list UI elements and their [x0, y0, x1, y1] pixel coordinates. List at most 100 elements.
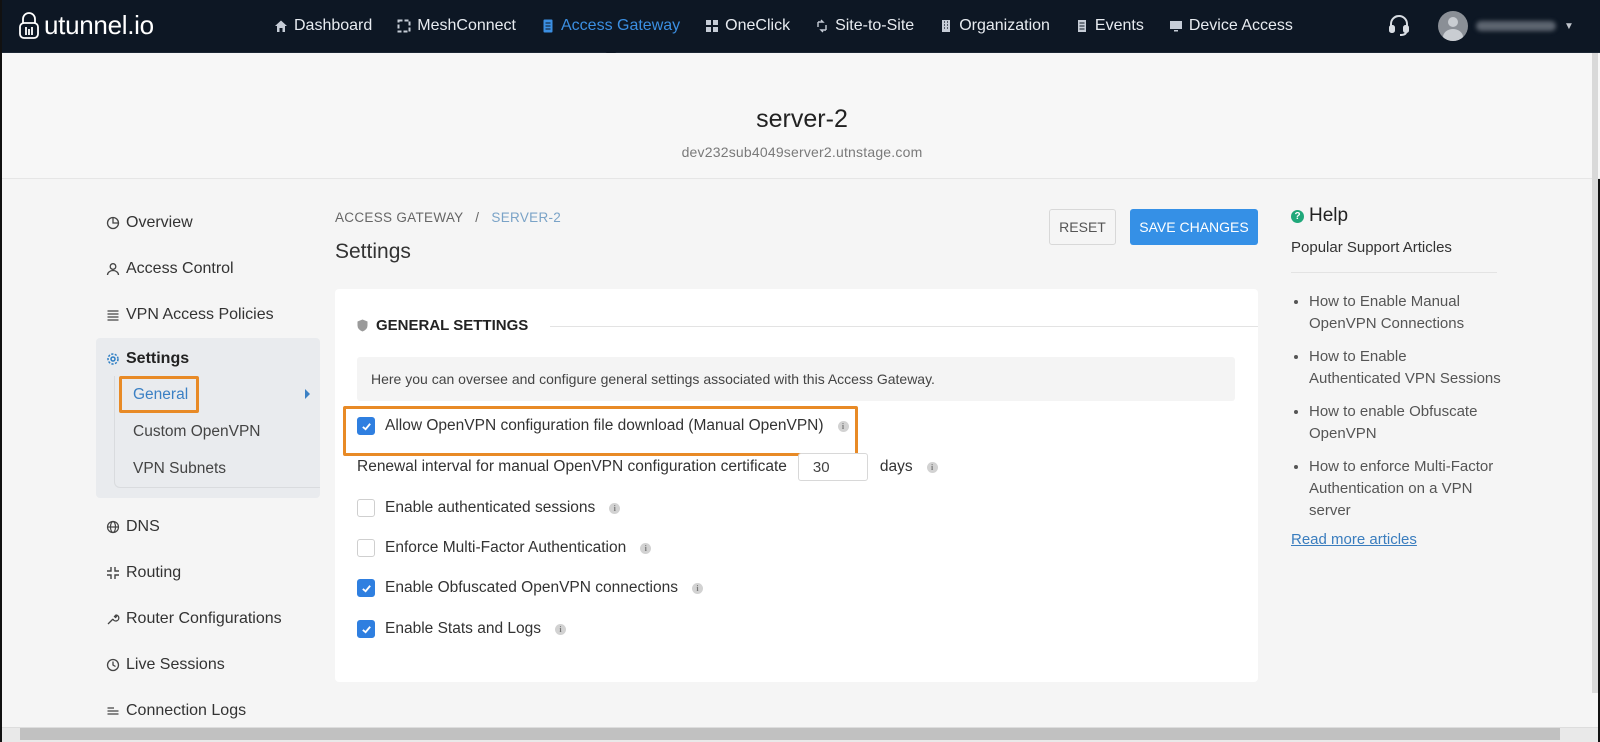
settings-group: Settings General Custom OpenVPN VPN Subn… — [96, 338, 320, 498]
sidebar-item-dns[interactable]: DNS — [96, 504, 320, 550]
authenticated-sessions-checkbox[interactable] — [357, 499, 375, 517]
section-title: GENERAL SETTINGS — [376, 317, 529, 334]
info-icon[interactable]: i — [609, 502, 621, 514]
sidebar-subitem-vpn-subnets[interactable]: VPN Subnets — [115, 450, 320, 487]
section-description: Here you can oversee and configure gener… — [357, 357, 1235, 401]
breadcrumb-current: SERVER-2 — [491, 210, 562, 225]
info-icon[interactable]: i — [926, 461, 938, 473]
horizontal-scrollbar-thumb[interactable] — [20, 728, 1560, 740]
server-hostname: dev232sub4049server2.utnstage.com — [681, 144, 923, 160]
main-nav: Dashboard MeshConnect Access Gateway One… — [274, 0, 1318, 52]
user-icon — [106, 263, 120, 276]
sidebar-subitem-label: Custom OpenVPN — [133, 422, 261, 440]
breadcrumb-separator: / — [475, 210, 480, 225]
routing-icon — [107, 567, 119, 579]
nav-label: Events — [1094, 17, 1144, 34]
nav-access-gateway[interactable]: Access Gateway — [541, 0, 680, 52]
sidebar-subitem-custom-openvpn[interactable]: Custom OpenVPN — [115, 413, 320, 450]
nav-meshconnect[interactable]: MeshConnect — [397, 0, 516, 52]
policies-icon — [107, 310, 119, 321]
sidebar-item-vpn-access-policies[interactable]: VPN Access Policies — [96, 292, 320, 338]
sidebar-item-overview[interactable]: Overview — [96, 200, 320, 246]
nav-label: Site-to-Site — [835, 17, 915, 34]
gateway-icon — [543, 19, 553, 33]
info-icon[interactable]: i — [554, 623, 566, 635]
sidebar-item-label: Router Configurations — [126, 610, 282, 627]
help-article-link[interactable]: How to enable Obfuscate OpenVPN — [1309, 401, 1501, 445]
option-row: Enable Stats and Logs i — [357, 620, 566, 638]
avatar — [1438, 11, 1468, 41]
section-header: GENERAL SETTINGS — [357, 317, 528, 334]
pie-chart-icon — [106, 216, 120, 230]
sidebar-item-label: VPN Access Policies — [126, 306, 274, 323]
sidebar-item-label: Overview — [126, 214, 193, 231]
general-settings-card: GENERAL SETTINGS Here you can oversee an… — [335, 289, 1258, 682]
nav-device-access[interactable]: Device Access — [1169, 0, 1293, 52]
horizontal-scrollbar[interactable] — [2, 727, 1598, 742]
stats-logs-checkbox[interactable] — [357, 620, 375, 638]
reset-button[interactable]: RESET — [1049, 209, 1116, 245]
info-icon[interactable]: i — [640, 542, 652, 554]
logo[interactable]: utunnel.io — [18, 10, 154, 41]
nav-site-to-site[interactable]: Site-to-Site — [815, 0, 914, 52]
sidebar: Overview Access Control VPN Access Polic… — [96, 200, 320, 734]
option-label: Enforce Multi-Factor Authentication — [385, 539, 627, 556]
help-article-link[interactable]: How to Enable Manual OpenVPN Connections — [1309, 291, 1501, 335]
nav-events[interactable]: Events — [1075, 0, 1144, 52]
caret-right-icon — [305, 389, 310, 399]
headset-icon[interactable] — [1388, 14, 1410, 38]
check-icon — [361, 584, 371, 593]
option-row: Enforce Multi-Factor Authentication i — [357, 539, 652, 557]
info-icon[interactable]: i — [837, 420, 849, 432]
obfuscated-openvpn-checkbox[interactable] — [357, 579, 375, 597]
gear-icon — [107, 353, 119, 365]
sidebar-item-router-configurations[interactable]: Router Configurations — [96, 596, 320, 642]
help-article-link[interactable]: How to Enable Authenticated VPN Sessions — [1309, 346, 1501, 390]
username-blurred — [1476, 21, 1556, 31]
nav-label: Dashboard — [294, 17, 373, 34]
info-icon[interactable]: i — [691, 582, 703, 594]
sidebar-item-settings[interactable]: Settings — [96, 342, 320, 376]
read-more-link[interactable]: Read more articles — [1291, 531, 1501, 548]
nav-label: OneClick — [725, 17, 791, 34]
nav-label: MeshConnect — [417, 17, 516, 34]
breadcrumb-parent[interactable]: ACCESS GATEWAY — [335, 210, 463, 225]
home-icon — [275, 20, 287, 32]
sidebar-item-label: Access Control — [126, 260, 234, 277]
vertical-scrollbar[interactable] — [1592, 53, 1598, 693]
sidebar-item-label: DNS — [126, 518, 160, 535]
breadcrumb: ACCESS GATEWAY / SERVER-2 — [335, 210, 561, 225]
mfa-checkbox[interactable] — [357, 539, 375, 557]
allow-download-checkbox[interactable] — [357, 417, 375, 435]
option-label: Enable Stats and Logs — [385, 620, 541, 637]
option-row: Enable authenticated sessions i — [357, 499, 621, 517]
help-subtitle: Popular Support Articles — [1291, 239, 1452, 256]
nav-dashboard[interactable]: Dashboard — [274, 0, 372, 52]
settings-submenu: General Custom OpenVPN VPN Subnets — [114, 376, 320, 488]
help-article-link[interactable]: How to enforce Multi-Factor Authenticati… — [1309, 456, 1501, 522]
sidebar-item-live-sessions[interactable]: Live Sessions — [96, 642, 320, 688]
sidebar-subitem-general[interactable]: General — [115, 376, 320, 413]
highlight-box — [119, 376, 199, 413]
sidebar-item-access-control[interactable]: Access Control — [96, 246, 320, 292]
nav-organization[interactable]: Organization — [939, 0, 1050, 52]
save-changes-button[interactable]: SAVE CHANGES — [1130, 209, 1258, 245]
check-icon — [361, 422, 371, 431]
renewal-unit-label: days — [879, 458, 913, 475]
top-navbar: utunnel.io Dashboard MeshConnect Access … — [2, 0, 1600, 53]
sidebar-item-routing[interactable]: Routing — [96, 550, 320, 596]
globe-icon — [106, 520, 120, 534]
user-menu[interactable]: ▼ — [1438, 11, 1574, 41]
renewal-interval-input[interactable] — [797, 453, 868, 481]
chevron-down-icon: ▼ — [1564, 20, 1574, 32]
nav-oneclick[interactable]: OneClick — [705, 0, 790, 52]
sidebar-item-label: Connection Logs — [126, 702, 247, 719]
sidebar-item-label: Routing — [126, 564, 182, 581]
page-title: Settings — [335, 240, 411, 263]
help-icon: ? — [1291, 209, 1304, 223]
monitor-icon — [1169, 21, 1182, 32]
allow-download-row: Allow OpenVPN configuration file downloa… — [357, 417, 849, 435]
server-name: server-2 — [756, 105, 848, 133]
sidebar-subitem-label: VPN Subnets — [133, 459, 227, 477]
allow-download-label: Allow OpenVPN configuration file downloa… — [385, 417, 824, 434]
